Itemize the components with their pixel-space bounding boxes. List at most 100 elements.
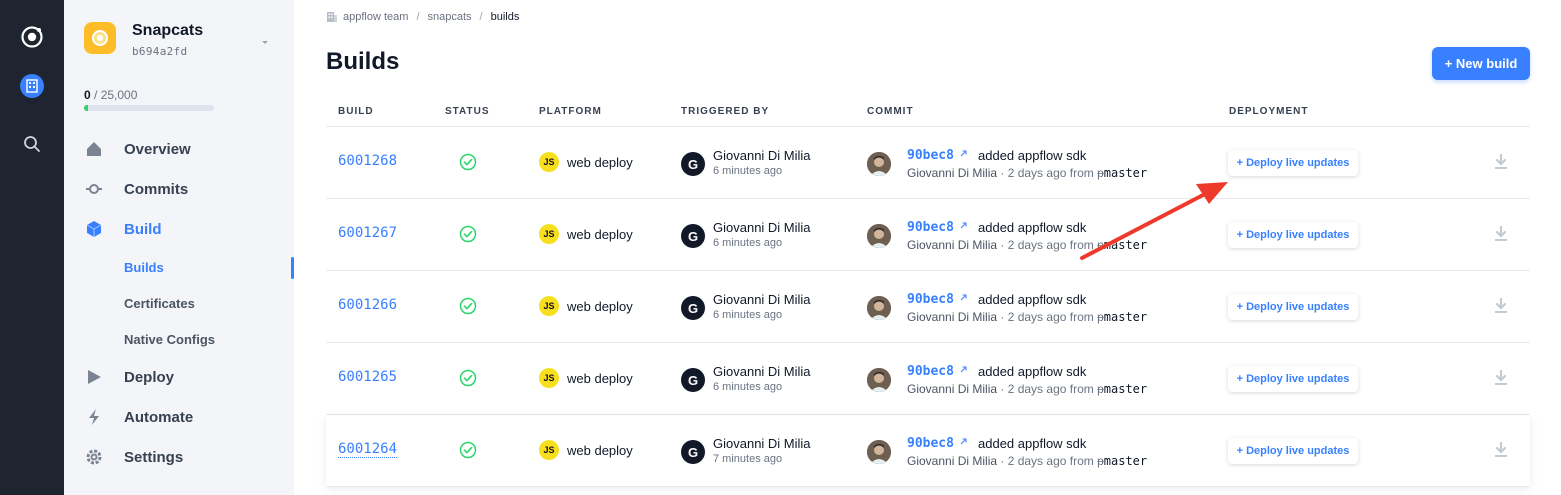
external-link-icon[interactable] [959, 361, 968, 379]
triggered-by-name: Giovanni Di Milia [713, 148, 811, 163]
nav-deploy-label: Deploy [124, 368, 175, 386]
app-logo[interactable] [84, 22, 116, 54]
branch-icon: ᵽ [1097, 310, 1104, 324]
breadcrumb-team[interactable]: appflow team [343, 11, 408, 23]
commit-author-avatar [867, 296, 891, 320]
deploy-live-updates-button[interactable]: + Deploy live updates [1228, 294, 1358, 320]
ionic-logo-icon[interactable] [16, 21, 48, 53]
commit-author-avatar [867, 224, 891, 248]
app-name[interactable]: Snapcats [132, 22, 203, 40]
download-icon[interactable] [1492, 225, 1510, 248]
sidebar: Snapcats b694a2fd 0 / 25,000 Overview Co… [64, 0, 294, 495]
success-check-icon [459, 153, 477, 176]
breadcrumb-app[interactable]: snapcats [428, 11, 472, 23]
new-build-button[interactable]: + New build [1432, 47, 1530, 80]
nav-build[interactable]: Build [84, 219, 162, 239]
breadcrumb-separator: / [416, 11, 420, 23]
download-icon[interactable] [1492, 297, 1510, 320]
user-avatar: G [681, 368, 705, 392]
user-avatar: G [681, 296, 705, 320]
nav-settings-label: Settings [124, 448, 184, 466]
commit-hash-link[interactable]: 90bec8 [907, 436, 954, 451]
nav-overview[interactable]: Overview [84, 139, 191, 159]
commit-author-avatar [867, 152, 891, 176]
page-title: Builds [326, 48, 400, 75]
play-icon [84, 367, 104, 387]
commit-message: added appflow sdk [978, 148, 1087, 163]
lightning-icon [84, 407, 104, 427]
nav-native-configs[interactable]: Native Configs [124, 332, 215, 347]
commit-icon [84, 179, 104, 199]
external-link-icon[interactable] [959, 145, 968, 163]
header-deployment: DEPLOYMENT [1229, 106, 1309, 117]
app-id: b694a2fd [132, 45, 188, 58]
platform-label: web deploy [567, 371, 633, 386]
build-number-link[interactable]: 6001267 [338, 225, 397, 241]
chevron-down-icon[interactable] [260, 34, 270, 52]
nav-automate[interactable]: Automate [84, 407, 193, 427]
nav-commits-label: Commits [124, 180, 189, 198]
search-icon[interactable] [16, 128, 48, 160]
platform-label: web deploy [567, 443, 633, 458]
commit-hash-link[interactable]: 90bec8 [907, 220, 954, 235]
breadcrumb: appflow team / snapcats / builds [326, 11, 519, 23]
download-icon[interactable] [1492, 441, 1510, 464]
table-row[interactable]: 6001265 JS web deploy G Giovanni Di Mili… [326, 343, 1530, 415]
build-number-link[interactable]: 6001266 [338, 297, 397, 313]
triggered-time: 6 minutes ago [713, 381, 783, 393]
branch-name: master [1103, 454, 1148, 468]
breadcrumb-current: builds [490, 11, 520, 23]
organization-icon[interactable] [16, 70, 48, 102]
header-triggered-by: TRIGGERED BY [681, 106, 770, 117]
external-link-icon[interactable] [959, 217, 968, 235]
commit-age: · 2 days ago from [1000, 382, 1094, 396]
triggered-by-name: Giovanni Di Milia [713, 364, 811, 379]
build-number-link[interactable]: 6001265 [338, 369, 397, 385]
commit-message: added appflow sdk [978, 292, 1087, 307]
table-row[interactable]: 6001266 JS web deploy G Giovanni Di Mili… [326, 271, 1530, 343]
success-check-icon [459, 369, 477, 392]
triggered-by-name: Giovanni Di Milia [713, 436, 811, 451]
deploy-live-updates-button[interactable]: + Deploy live updates [1228, 366, 1358, 392]
js-platform-icon: JS [539, 368, 559, 388]
nav-deploy[interactable]: Deploy [84, 367, 174, 387]
breadcrumb-separator: / [479, 11, 483, 23]
download-icon[interactable] [1492, 153, 1510, 176]
table-row[interactable]: 6001267 JS web deploy G Giovanni Di Mili… [326, 199, 1530, 271]
nav-settings[interactable]: Settings [84, 447, 183, 467]
cube-icon [84, 219, 104, 239]
table-row[interactable]: 6001264 JS web deploy G Giovanni Di Mili… [326, 415, 1530, 487]
commit-meta: Giovanni Di Milia · 2 days ago from ᵽmas… [907, 238, 1147, 252]
deploy-live-updates-button[interactable]: + Deploy live updates [1228, 438, 1358, 464]
external-link-icon[interactable] [959, 433, 968, 451]
commit-message: added appflow sdk [978, 436, 1087, 451]
build-number-link[interactable]: 6001264 [338, 441, 398, 458]
download-icon[interactable] [1492, 369, 1510, 392]
usage-total: / 25,000 [94, 88, 138, 102]
table-row[interactable]: 6001268 JS web deploy G Giovanni Di Mili… [326, 127, 1530, 199]
external-link-icon[interactable] [959, 289, 968, 307]
main-content: appflow team / snapcats / builds Builds … [294, 0, 1561, 495]
usage-bar [84, 105, 214, 111]
commit-hash-link[interactable]: 90bec8 [907, 292, 954, 307]
js-platform-icon: JS [539, 440, 559, 460]
commit-hash-link[interactable]: 90bec8 [907, 148, 954, 163]
commit-message: added appflow sdk [978, 220, 1087, 235]
nav-certificates[interactable]: Certificates [124, 296, 195, 311]
deploy-live-updates-button[interactable]: + Deploy live updates [1228, 150, 1358, 176]
commit-meta: Giovanni Di Milia · 2 days ago from ᵽmas… [907, 454, 1147, 468]
user-avatar: G [681, 152, 705, 176]
usage-used: 0 [84, 88, 91, 102]
build-number-link[interactable]: 6001268 [338, 153, 397, 169]
branch-name: master [1103, 166, 1148, 180]
nav-commits[interactable]: Commits [84, 179, 188, 199]
deploy-live-updates-button[interactable]: + Deploy live updates [1228, 222, 1358, 248]
commit-age: · 2 days ago from [1000, 310, 1094, 324]
nav-builds[interactable]: Builds [124, 260, 164, 275]
nav-automate-label: Automate [124, 408, 194, 426]
commit-author: Giovanni Di Milia [907, 382, 998, 396]
usage-label: 0 / 25,000 [84, 88, 137, 102]
header-build: BUILD [338, 106, 374, 117]
commit-age: · 2 days ago from [1000, 166, 1094, 180]
commit-hash-link[interactable]: 90bec8 [907, 364, 954, 379]
